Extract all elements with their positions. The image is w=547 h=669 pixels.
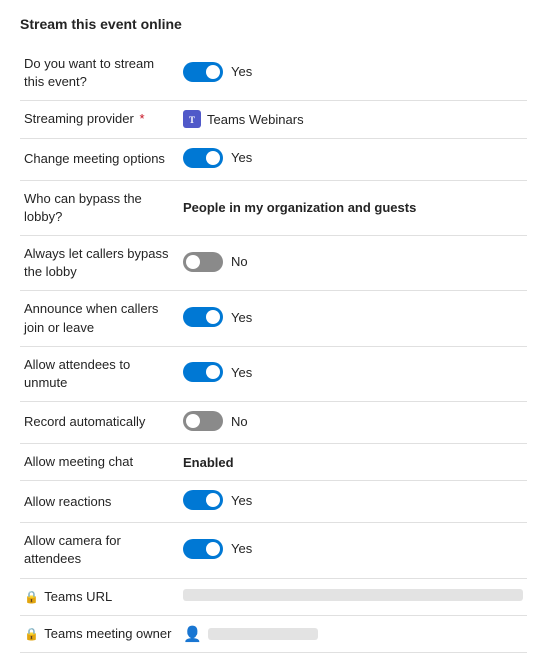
toggle-thumb-callers-bypass-lobby (186, 255, 200, 269)
toggle-label-allow-reactions: Yes (231, 493, 252, 508)
settings-row-allow-reactions: Allow reactions Yes (20, 481, 527, 523)
settings-row-stream-event: Do you want to stream this event? Yes (20, 46, 527, 101)
settings-row-teams-meeting-owner: 🔒 Teams meeting owner 👤 (20, 615, 527, 652)
toggle-allow-unmute[interactable]: Yes (183, 362, 252, 382)
settings-table: Do you want to stream this event? Yes Stre… (20, 46, 527, 653)
settings-row-allow-camera: Allow camera for attendees Yes (20, 523, 527, 578)
bold-value-allow-meeting-chat: Enabled (183, 455, 234, 470)
settings-row-bypass-lobby: Who can bypass the lobby? People in my or… (20, 180, 527, 235)
settings-row-teams-url: 🔒 Teams URL (20, 578, 527, 615)
toggle-label-stream-event: Yes (231, 64, 252, 79)
row-label-stream-event: Do you want to stream this event? (24, 56, 154, 89)
toggle-label-allow-camera: Yes (231, 541, 252, 556)
page-title: Stream this event online (20, 16, 527, 32)
toggle-thumb-announce-join-leave (206, 310, 220, 324)
row-label-teams-meeting-owner: Teams meeting owner (44, 626, 171, 641)
toggle-track-change-meeting-options[interactable] (183, 148, 223, 168)
row-label-streaming-provider: Streaming provider (24, 111, 134, 126)
toggle-label-change-meeting-options: Yes (231, 150, 252, 165)
toggle-track-announce-join-leave[interactable] (183, 307, 223, 327)
toggle-thumb-stream-event (206, 65, 220, 79)
teams-webinar-icon: T (183, 110, 201, 128)
toggle-thumb-allow-camera (206, 542, 220, 556)
toggle-track-stream-event[interactable] (183, 62, 223, 82)
teams-url-value (183, 589, 523, 601)
toggle-label-announce-join-leave: Yes (231, 310, 252, 325)
provider-label: Teams Webinars (207, 112, 304, 127)
toggle-thumb-allow-unmute (206, 365, 220, 379)
toggle-track-record-automatically[interactable] (183, 411, 223, 431)
bold-value-bypass-lobby: People in my organization and guests (183, 200, 416, 215)
row-label-change-meeting-options: Change meeting options (24, 151, 165, 166)
lock-icon: 🔒 (24, 590, 42, 604)
row-label-callers-bypass-lobby: Always let callers bypass the lobby (24, 246, 169, 279)
toggle-label-callers-bypass-lobby: No (231, 254, 248, 269)
required-star: * (136, 111, 145, 126)
owner-row: 👤 (183, 625, 523, 643)
toggle-label-record-automatically: No (231, 414, 248, 429)
row-label-allow-unmute: Allow attendees to unmute (24, 357, 130, 390)
toggle-record-automatically[interactable]: No (183, 411, 248, 431)
row-label-allow-reactions: Allow reactions (24, 494, 111, 509)
toggle-thumb-change-meeting-options (206, 151, 220, 165)
toggle-change-meeting-options[interactable]: Yes (183, 148, 252, 168)
toggle-label-allow-unmute: Yes (231, 365, 252, 380)
settings-row-allow-unmute: Allow attendees to unmute Yes (20, 346, 527, 401)
owner-name-value (208, 628, 318, 640)
settings-row-callers-bypass-lobby: Always let callers bypass the lobby No (20, 235, 527, 290)
toggle-announce-join-leave[interactable]: Yes (183, 307, 252, 327)
toggle-thumb-record-automatically (186, 414, 200, 428)
row-label-allow-meeting-chat: Allow meeting chat (24, 454, 133, 469)
toggle-allow-reactions[interactable]: Yes (183, 490, 252, 510)
toggle-thumb-allow-reactions (206, 493, 220, 507)
settings-row-change-meeting-options: Change meeting options Yes (20, 138, 527, 180)
provider-cell: T Teams Webinars (183, 110, 523, 128)
settings-row-announce-join-leave: Announce when callers join or leave Yes (20, 291, 527, 346)
row-label-teams-url: Teams URL (44, 589, 112, 604)
row-label-announce-join-leave: Announce when callers join or leave (24, 301, 158, 334)
row-label-record-automatically: Record automatically (24, 414, 145, 429)
toggle-track-callers-bypass-lobby[interactable] (183, 252, 223, 272)
page-container: Stream this event online Do you want to … (0, 0, 547, 669)
person-icon: 👤 (183, 625, 202, 643)
row-label-allow-camera: Allow camera for attendees (24, 533, 121, 566)
row-label-bypass-lobby: Who can bypass the lobby? (24, 191, 142, 224)
settings-row-streaming-provider: Streaming provider * T Teams Webinars (20, 101, 527, 138)
svg-text:T: T (189, 115, 195, 125)
toggle-callers-bypass-lobby[interactable]: No (183, 252, 248, 272)
toggle-stream-event[interactable]: Yes (183, 62, 252, 82)
toggle-track-allow-unmute[interactable] (183, 362, 223, 382)
settings-row-allow-meeting-chat: Allow meeting chat Enabled (20, 444, 527, 481)
lock-icon: 🔒 (24, 627, 42, 641)
toggle-track-allow-reactions[interactable] (183, 490, 223, 510)
settings-row-record-automatically: Record automatically No (20, 402, 527, 444)
